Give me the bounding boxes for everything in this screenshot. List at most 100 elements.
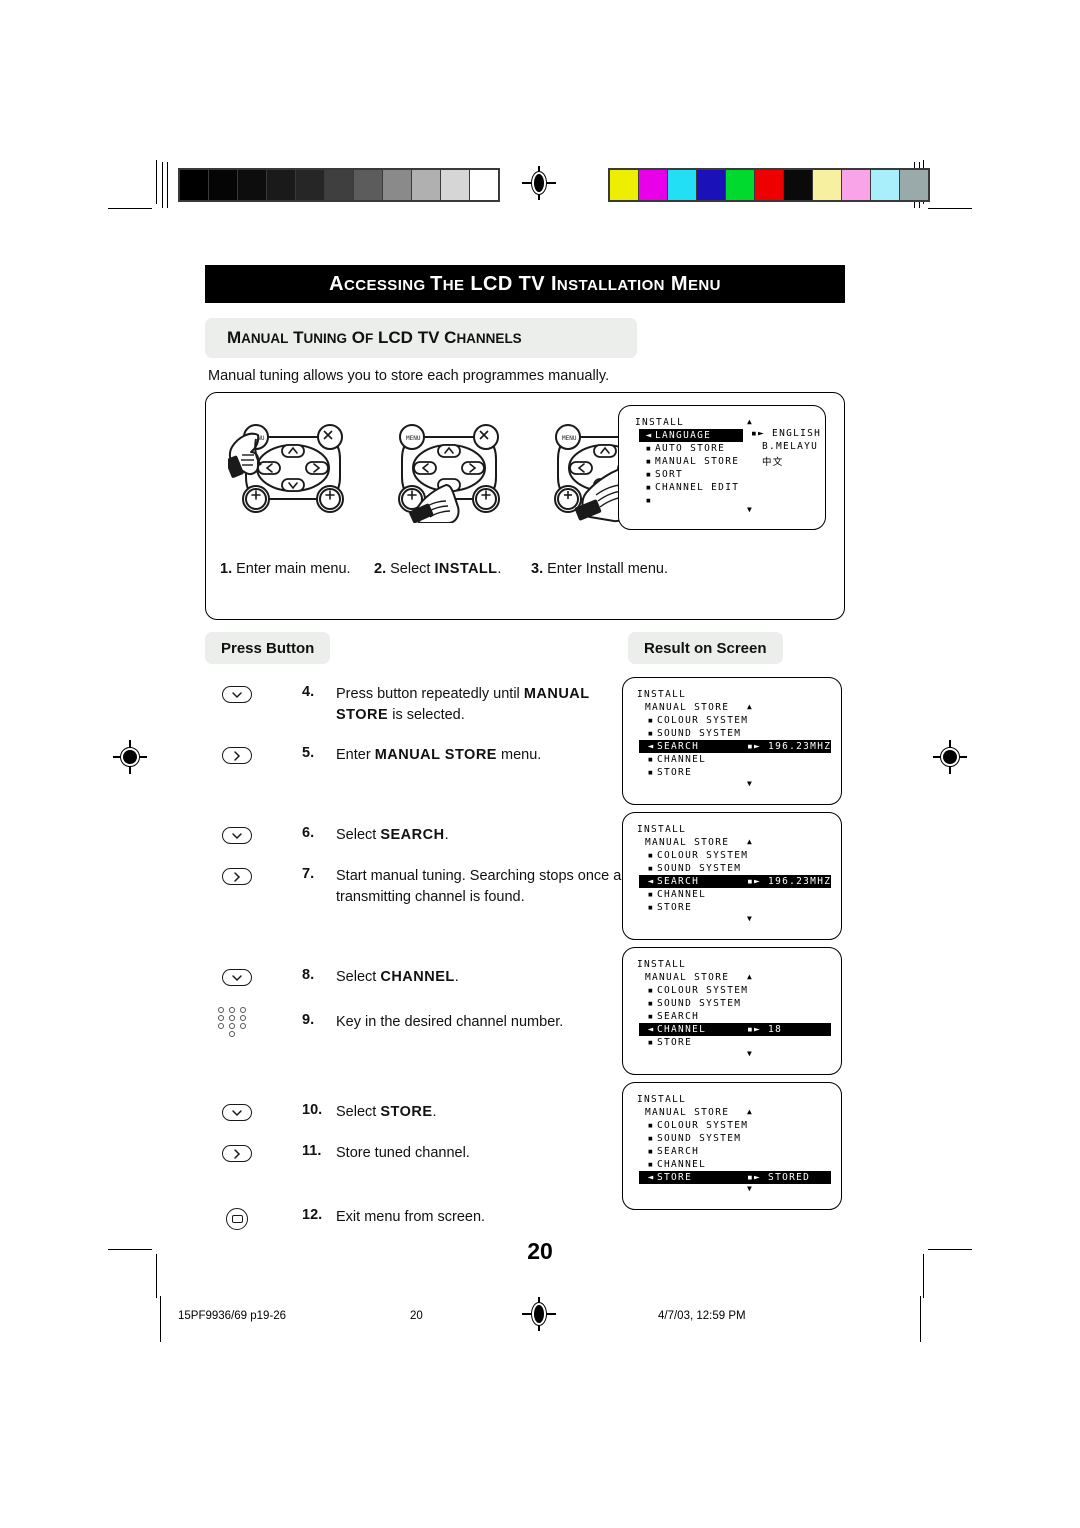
osd-header: INSTALL [623,823,841,836]
osd-menu-item: ▪ CHANNEL [639,888,815,901]
osd-option-value: 中文 [762,457,784,468]
osd-bullet: ▪ [647,715,655,726]
osd-menu-item: ◄ SEARCH ▪► 196.23MHZ [639,875,831,888]
step-8-button-icon[interactable] [222,969,252,986]
footer-rule-left [160,1296,161,1342]
step-7-button-icon[interactable] [222,868,252,885]
down-chevron-button[interactable] [222,969,252,986]
osd-menu-item: ◄ SEARCH ▪► 196.23MHZ [639,740,831,753]
osd-item-label: SOUND SYSTEM [657,998,742,1009]
right-chevron-button[interactable] [222,868,252,885]
osd-item-label: SEARCH [657,876,700,887]
down-chevron-button[interactable] [222,686,252,703]
osd-bullet: ▪ [647,1037,655,1048]
osd-item-label: CHANNEL [657,754,707,765]
osd-result-3: INSTALL MANUAL STORE ▪ COLOUR SYSTEM ▪ SOUND … [622,947,842,1075]
keypad-dot [240,1007,246,1013]
osd-item-label: SEARCH [657,1146,700,1157]
svg-text:MENU: MENU [562,435,577,442]
step-number: 6. [302,825,315,841]
registration-mark-bottom-center [522,1297,556,1331]
remote-press-menu: MENU [228,415,358,523]
step-5: 5. Enter MANUAL STORE menu. [302,745,541,766]
osd-result-1: INSTALL MANUAL STORE ▪ COLOUR SYSTEM ▪ SOUND … [622,677,842,805]
osd-menu-item: ▪ SOUND SYSTEM [639,1132,815,1145]
osd-menu-item: ▪ STORE [639,1036,815,1049]
step-6-button-icon[interactable] [222,827,252,844]
osd-scroll-up-arrow: ▲ [747,1107,752,1116]
grayscale-swatch [238,170,266,200]
grayscale-swatch [325,170,353,200]
grayscale-swatch [441,170,469,200]
step-text: Start manual tuning. Searching stops onc… [336,868,622,905]
exit-button-icon[interactable] [226,1208,248,1230]
keypad-dot [229,1031,235,1037]
color-swatch [813,170,841,200]
step-number: 5. [302,745,315,761]
step-5-button-icon[interactable] [222,747,252,764]
color-swatch [697,170,725,200]
color-swatch [755,170,783,200]
right-chevron-button[interactable] [222,747,252,764]
osd-scroll-up-arrow: ▲ [747,702,752,711]
registration-mark-right [933,740,967,774]
top-illustration-panel: MENU MENU INSTALL ◄ LANGUAGE ▪► ENGLISH … [205,392,845,620]
crop-mark-top-left [108,160,158,210]
step-4-button-icon[interactable] [222,686,252,703]
step-9-keypad-icon[interactable] [218,1007,252,1041]
grayscale-swatch [296,170,324,200]
osd-item-label: COLOUR SYSTEM [657,715,749,726]
osd-item-label: SOUND SYSTEM [657,1133,742,1144]
osd-bullet: ▪ [647,1146,655,1157]
osd-result-4: INSTALL MANUAL STORE ▪ COLOUR SYSTEM ▪ SOUND … [622,1082,842,1210]
osd-bullet: ▪ [647,728,655,739]
osd-bullet: ▪ [647,767,655,778]
keypad-dot [229,1023,235,1029]
down-chevron-button[interactable] [222,827,252,844]
down-chevron-button[interactable] [222,1104,252,1121]
grayscale-swatch [180,170,208,200]
osd-bullet: ▪ [647,998,655,1009]
step-number: 7. [302,866,315,882]
step-10: 10. Select STORE. [302,1102,437,1123]
step-text: Select CHANNEL. [336,969,459,985]
osd-header: INSTALL [623,688,841,701]
osd-install-menu: INSTALL ◄ LANGUAGE ▪► ENGLISH ▪ AUTO STORE B.M… [618,405,826,530]
osd-item-label: STORE [657,1172,693,1183]
osd-left-arrow: ◄ [647,876,655,887]
osd-scroll-down-arrow: ▼ [747,1184,752,1193]
step-number: 10. [302,1102,323,1118]
caption-number: 2. [374,561,387,577]
step-text: Select SEARCH. [336,827,449,843]
osd-bullet: ▪ [645,456,653,467]
right-chevron-button[interactable] [222,1145,252,1162]
caption-suffix: . [497,561,502,577]
footer-right-text: 4/7/03, 12:59 PM [658,1310,746,1322]
osd-option-value: B.MELAYU [762,441,819,452]
osd-item-label: COLOUR SYSTEM [657,850,749,861]
caption-number: 3. [531,561,544,577]
osd-item-value: ▪► 18 [747,1024,783,1035]
osd-menu-item: ▪ MANUAL STORE [639,455,743,468]
numeric-keypad-icon[interactable] [218,1007,252,1041]
step-11-button-icon[interactable] [222,1145,252,1162]
osd-result-2: INSTALL MANUAL STORE ▪ COLOUR SYSTEM ▪ SOUND … [622,812,842,940]
registration-mark-top-center [522,166,556,200]
osd-item-label: INSTALL [637,959,687,970]
osd-header: INSTALL [623,1093,841,1106]
color-swatch [610,170,638,200]
osd-item-label: COLOUR SYSTEM [657,985,749,996]
step-10-button-icon[interactable] [222,1104,252,1121]
osd-item-label: MANUAL STORE [655,456,740,467]
step-7: 7. Start manual tuning. Searching stops … [302,866,636,907]
osd-item-label: CHANNEL [657,889,707,900]
osd-bullet: ▪ [645,443,653,454]
step-12-button-icon[interactable] [226,1208,248,1230]
step-9: 9. Key in the desired channel number. [302,1012,563,1033]
illustration-caption-3: 3. Enter Install menu. [531,561,668,577]
osd-menu-item: ▪ STORE [639,901,815,914]
osd-item-label: INSTALL [637,689,687,700]
keypad-dot [218,1015,224,1021]
osd-menu-item: ▪ COLOUR SYSTEM [639,1119,815,1132]
grayscale-swatch [383,170,411,200]
